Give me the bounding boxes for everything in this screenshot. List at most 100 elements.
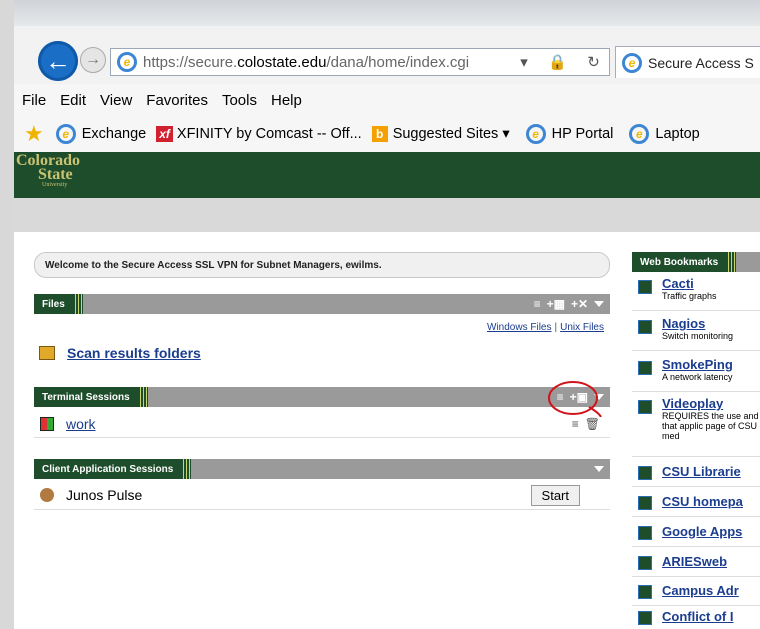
favorite-suggested-sites[interactable]: b Suggested Sites ▾ — [371, 126, 510, 142]
list-item[interactable]: work ≡ 🗑 — [34, 411, 610, 438]
bookmark-icon — [638, 611, 652, 625]
address-bar-icons: ▾ 🔒 ↻ — [510, 48, 610, 76]
menu-bar: File Edit View Favorites Tools Help — [14, 84, 760, 116]
menu-edit[interactable]: Edit — [60, 92, 86, 109]
url-text[interactable]: https://secure.colostate.edu/dana/home/i… — [143, 54, 469, 71]
bookmark-icon — [638, 466, 652, 480]
favorite-hp-portal[interactable]: e HP Portal — [520, 124, 613, 144]
bookmark-item[interactable]: Conflict of I — [632, 607, 760, 629]
welcome-banner: Welcome to the Secure Access SSL VPN for… — [34, 252, 610, 278]
favorite-label: Suggested Sites ▾ — [392, 126, 510, 142]
junos-pulse-icon — [40, 488, 54, 502]
bookmark-item[interactable]: CSU Librarie — [632, 462, 760, 487]
favorites-bar: ★ e Exchange xf XFINITY by Comcast -- Off.… — [14, 116, 760, 152]
delete-icon[interactable]: +✕ — [571, 297, 588, 311]
bookmark-icon — [638, 280, 652, 294]
list-icon[interactable]: ≡ — [534, 297, 541, 311]
add-icon[interactable]: +▦ — [547, 297, 565, 311]
tab-title: Secure Access S — [648, 54, 754, 71]
menu-file[interactable]: File — [22, 92, 46, 109]
bookmark-title[interactable]: Cacti — [662, 276, 717, 291]
bookmark-icon — [638, 556, 652, 570]
folder-icon — [39, 346, 55, 360]
bookmark-desc: Traffic graphs — [662, 291, 717, 301]
menu-view[interactable]: View — [100, 92, 132, 109]
ie-icon: e — [55, 124, 76, 144]
bookmark-item[interactable]: Cacti Traffic graphs — [632, 276, 760, 311]
browser-tab[interactable]: e Secure Access S — [615, 46, 760, 78]
back-button[interactable]: ← — [38, 41, 78, 81]
bookmark-desc: Switch monitoring — [662, 331, 734, 341]
work-session-link[interactable]: work — [66, 416, 96, 432]
site-header — [14, 152, 760, 198]
client-apps-panel-header: Client Application Sessions — [34, 459, 610, 479]
bookmark-title[interactable]: SmokePing — [662, 357, 733, 372]
bookmark-title[interactable]: CSU homepa — [662, 494, 743, 509]
bookmark-item[interactable]: ARIESweb — [632, 552, 760, 577]
chevron-down-icon[interactable] — [594, 466, 604, 472]
bookmark-icon — [638, 400, 652, 414]
favorite-xfinity[interactable]: xf XFINITY by Comcast -- Off... — [156, 126, 362, 142]
chevron-down-icon[interactable] — [594, 301, 604, 307]
bookmark-icon — [638, 361, 652, 375]
bookmark-title[interactable]: Conflict of I — [662, 609, 734, 624]
bookmark-item[interactable]: SmokePing A network latency — [632, 357, 760, 392]
bookmark-icon — [638, 585, 652, 599]
toolbar-strip — [14, 198, 760, 232]
scan-results-folders-link[interactable]: Scan results folders — [67, 345, 201, 361]
ie-icon: e — [629, 124, 650, 144]
bookmark-icon — [638, 320, 652, 334]
list-item[interactable]: Scan results folders — [34, 342, 610, 364]
start-button[interactable]: Start — [530, 484, 580, 506]
favorite-label: Exchange — [81, 126, 147, 142]
list-item: Junos Pulse Start — [34, 481, 610, 510]
unix-files-link[interactable]: Unix Files — [560, 322, 604, 333]
bookmark-item[interactable]: Videoplay REQUIRES the use and let that a… — [632, 396, 760, 457]
menu-tools[interactable]: Tools — [222, 92, 257, 109]
forward-arrow-icon: → — [85, 51, 101, 68]
bookmark-item[interactable]: CSU homepa — [632, 492, 760, 517]
bookmark-title[interactable]: Nagios — [662, 316, 733, 331]
bookmark-item[interactable]: Google Apps — [632, 522, 760, 547]
logo-line3: University — [42, 182, 68, 188]
csu-logo[interactable]: Colorado State University — [16, 153, 80, 189]
bookmark-icon — [638, 526, 652, 540]
client-apps-panel-title: Client Application Sessions — [34, 459, 182, 479]
bookmark-title[interactable]: ARIESweb — [662, 554, 727, 569]
url-domain: colostate.edu — [237, 53, 327, 71]
window-left-edge — [0, 0, 14, 629]
bookmarks-panel-header: Web Bookmarks — [632, 252, 760, 272]
favorite-laptop[interactable]: e Laptop — [623, 124, 700, 144]
url-prefix: https://secure. — [143, 53, 238, 71]
trash-icon[interactable]: 🗑 — [585, 417, 600, 431]
header-stripes — [726, 252, 737, 272]
bookmark-title[interactable]: Videoplay — [662, 396, 760, 411]
bookmark-title[interactable]: Campus Adr — [662, 583, 739, 598]
bing-icon: b — [371, 126, 388, 142]
bookmark-title[interactable]: Google Apps — [662, 524, 742, 539]
bookmark-item[interactable]: Nagios Switch monitoring — [632, 316, 760, 351]
menu-favorites[interactable]: Favorites — [146, 92, 208, 109]
welcome-text: Welcome to the Secure Access SSL VPN for… — [45, 259, 382, 271]
bookmark-item[interactable]: Campus Adr — [632, 581, 760, 606]
lock-icon[interactable]: 🔒 — [548, 53, 567, 71]
list-icon[interactable]: ≡ — [572, 417, 579, 431]
terminal-panel-header: Terminal Sessions ≡ +▣ — [34, 387, 610, 407]
link-separator: | — [554, 321, 558, 333]
refresh-icon[interactable]: ↻ — [587, 53, 600, 71]
forward-button[interactable]: → — [80, 47, 106, 73]
menu-help[interactable]: Help — [271, 92, 302, 109]
bookmark-icon — [638, 496, 652, 510]
windows-files-link[interactable]: Windows Files — [487, 322, 551, 333]
dropdown-arrow-icon[interactable]: ▾ — [520, 53, 528, 71]
bookmark-title[interactable]: CSU Librarie — [662, 464, 741, 479]
window-top-edge — [0, 0, 760, 26]
favorites-star-icon[interactable]: ★ — [24, 121, 44, 147]
header-stripes — [181, 459, 192, 479]
bookmarks-panel-title: Web Bookmarks — [632, 252, 727, 272]
favorite-exchange[interactable]: e Exchange — [50, 124, 147, 144]
ie-icon: e — [622, 52, 642, 73]
bookmark-desc: REQUIRES the use and let that applic pag… — [662, 411, 760, 441]
logo-line2: State — [38, 166, 73, 183]
files-panel-title: Files — [34, 294, 73, 314]
